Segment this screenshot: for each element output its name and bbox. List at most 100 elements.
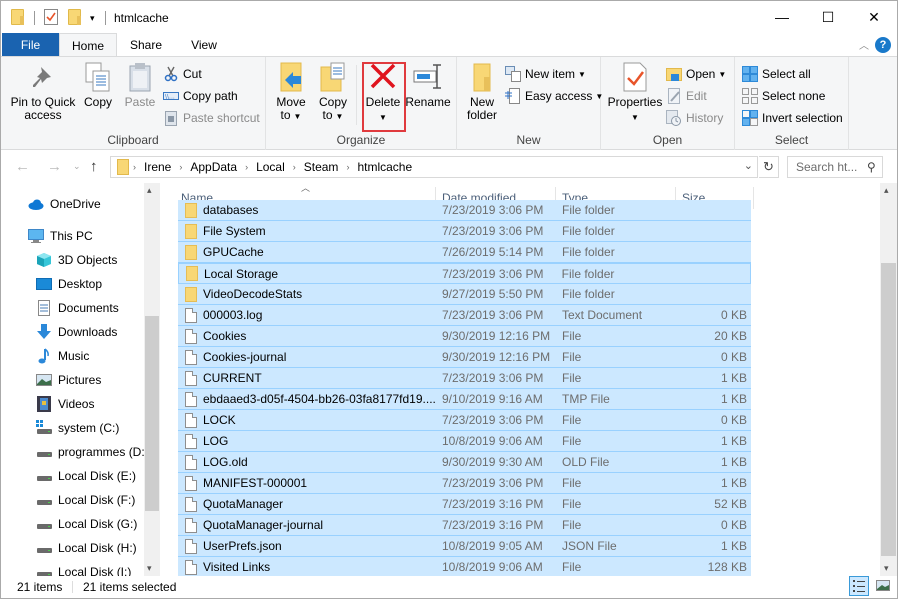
breadcrumb-chevron-icon[interactable]: › bbox=[346, 162, 349, 172]
select-none-button[interactable]: Select none bbox=[742, 86, 825, 106]
file-date-modified: 7/23/2019 3:06 PM bbox=[442, 224, 544, 238]
large-icons-view-button[interactable] bbox=[874, 576, 894, 596]
file-row[interactable]: LOG.old 9/30/2019 9:30 AM OLD File 1 KB bbox=[178, 452, 751, 473]
breadcrumb-chevron-icon[interactable]: › bbox=[245, 162, 248, 172]
properties-quick-icon[interactable] bbox=[44, 9, 59, 25]
invert-selection-button[interactable]: Invert selection bbox=[742, 108, 843, 128]
breadcrumb-local[interactable]: Local bbox=[256, 160, 285, 174]
nav-item-desktop[interactable]: Desktop bbox=[36, 273, 102, 295]
nav-item-downloads[interactable]: Downloads bbox=[36, 321, 117, 343]
file-row[interactable]: MANIFEST-000001 7/23/2019 3:06 PM File 1 KB bbox=[178, 473, 751, 494]
copy-to-button[interactable]: Copy to ▼ bbox=[316, 61, 350, 123]
file-row[interactable]: Cookies-journal 9/30/2019 12:16 PM File 0 K… bbox=[178, 347, 751, 368]
address-bar[interactable]: › Irene › AppData › Local › Steam › html… bbox=[110, 156, 758, 178]
properties-button[interactable]: Properties ▼ bbox=[607, 61, 663, 124]
file-row[interactable]: LOCK 7/23/2019 3:06 PM File 0 KB bbox=[178, 410, 751, 431]
refresh-button[interactable]: ↻ bbox=[759, 156, 779, 178]
rename-button[interactable]: Rename bbox=[405, 61, 451, 109]
nav-item-local-disk-e[interactable]: Local Disk (E:) bbox=[36, 465, 136, 487]
scroll-down-icon[interactable]: ▾ bbox=[147, 563, 152, 574]
details-view-button[interactable] bbox=[849, 576, 869, 596]
tab-view[interactable]: View bbox=[175, 33, 233, 57]
nav-item-system-c[interactable]: system (C:) bbox=[36, 417, 119, 439]
up-button[interactable]: ↑ bbox=[90, 158, 98, 175]
easy-access-button[interactable]: Easy access ▼ bbox=[505, 86, 603, 106]
search-icon[interactable]: ⚲ bbox=[867, 160, 876, 174]
nav-item-programmes-d[interactable]: programmes (D: bbox=[36, 441, 145, 463]
nav-item-local-disk-h[interactable]: Local Disk (H:) bbox=[36, 537, 137, 559]
breadcrumb-chevron-icon[interactable]: › bbox=[179, 162, 182, 172]
file-name-cell: File System bbox=[178, 223, 436, 239]
open-button[interactable]: Open ▼ bbox=[666, 64, 726, 84]
maximize-button[interactable]: ☐ bbox=[805, 1, 851, 33]
navigation-pane-scrollbar[interactable]: ▴ ▾ bbox=[144, 183, 160, 576]
ribbon-tabs: File Home Share View bbox=[1, 33, 897, 57]
file-row[interactable]: ebdaaed3-d05f-4504-bb26-03fa8177fd19....… bbox=[178, 389, 751, 410]
select-all-button[interactable]: Select all bbox=[742, 64, 811, 84]
close-button[interactable]: ✕ bbox=[851, 1, 897, 33]
scrollbar-thumb[interactable] bbox=[145, 316, 159, 511]
file-row[interactable]: QuotaManager 7/23/2019 3:16 PM File 52 KB bbox=[178, 494, 751, 515]
forward-button[interactable]: → bbox=[47, 158, 62, 175]
nav-item-videos[interactable]: Videos bbox=[36, 393, 94, 415]
nav-item-local-disk-i[interactable]: Local Disk (I:) bbox=[36, 561, 131, 576]
copy-button[interactable]: Copy bbox=[81, 61, 115, 109]
file-row[interactable]: LOG 10/8/2019 9:06 AM File 1 KB bbox=[178, 431, 751, 452]
file-row[interactable]: Cookies 9/30/2019 12:16 PM File 20 KB bbox=[178, 326, 751, 347]
tab-file[interactable]: File bbox=[2, 33, 59, 57]
copy-path-button[interactable]: \\... Copy path bbox=[163, 86, 238, 106]
tab-share[interactable]: Share bbox=[117, 33, 175, 57]
nav-item-3d-objects[interactable]: 3D Objects bbox=[36, 249, 117, 271]
file-row[interactable]: QuotaManager-journal 7/23/2019 3:16 PM Fil… bbox=[178, 515, 751, 536]
breadcrumb-irene[interactable]: Irene bbox=[144, 160, 171, 174]
file-row[interactable]: UserPrefs.json 10/8/2019 9:05 AM JSON File… bbox=[178, 536, 751, 557]
edit-button[interactable]: Edit bbox=[666, 86, 707, 106]
minimize-button[interactable]: — bbox=[759, 1, 805, 33]
breadcrumb-chevron-icon[interactable]: › bbox=[133, 162, 136, 172]
file-row[interactable]: GPUCache 7/26/2019 5:14 PM File folder bbox=[178, 242, 751, 263]
file-row[interactable]: databases 7/23/2019 3:06 PM File folder bbox=[178, 200, 751, 221]
scrollbar-thumb[interactable] bbox=[881, 263, 896, 556]
nav-item-local-disk-f[interactable]: Local Disk (F:) bbox=[36, 489, 135, 511]
collapse-ribbon-icon[interactable]: ︿ bbox=[859, 37, 869, 52]
help-icon[interactable]: ? bbox=[875, 37, 891, 53]
file-row[interactable]: VideoDecodeStats 9/27/2019 5:50 PM File fo… bbox=[178, 284, 751, 305]
folder-icon bbox=[185, 202, 197, 218]
back-button[interactable]: ← bbox=[15, 158, 30, 175]
file-row[interactable]: CURRENT 7/23/2019 3:06 PM File 1 KB bbox=[178, 368, 751, 389]
breadcrumb-appdata[interactable]: AppData bbox=[190, 160, 237, 174]
scroll-down-icon[interactable]: ▾ bbox=[884, 563, 889, 574]
new-folder-quick-icon[interactable] bbox=[68, 9, 81, 25]
scroll-up-icon[interactable]: ▴ bbox=[884, 185, 889, 196]
history-button[interactable]: History bbox=[666, 108, 723, 128]
paste-shortcut-button[interactable]: Paste shortcut bbox=[163, 108, 260, 128]
search-input[interactable]: Search ht... ⚲ bbox=[787, 156, 883, 178]
tab-home[interactable]: Home bbox=[59, 33, 117, 57]
pin-to-quick-access-button[interactable]: Pin to Quick access bbox=[9, 61, 77, 122]
address-history-dropdown-icon[interactable]: ⌄ bbox=[744, 159, 753, 172]
paste-button[interactable]: Paste bbox=[123, 61, 157, 109]
move-to-button[interactable]: Move to ▼ bbox=[274, 61, 308, 123]
nav-item-this-pc[interactable]: This PC bbox=[28, 225, 93, 247]
scroll-up-icon[interactable]: ▴ bbox=[147, 185, 152, 196]
file-row[interactable]: Local Storage 7/23/2019 3:06 PM File folde… bbox=[178, 263, 751, 284]
cut-button[interactable]: Cut bbox=[163, 64, 202, 84]
customize-quick-access-icon[interactable]: ▾ bbox=[90, 13, 95, 24]
new-folder-button[interactable]: New folder bbox=[463, 61, 501, 122]
nav-item-music[interactable]: Music bbox=[36, 345, 89, 367]
file-name-cell: LOG bbox=[178, 433, 436, 449]
breadcrumb-chevron-icon[interactable]: › bbox=[293, 162, 296, 172]
file-row[interactable]: File System 7/23/2019 3:06 PM File folder bbox=[178, 221, 751, 242]
breadcrumb-steam[interactable]: Steam bbox=[304, 160, 339, 174]
nav-item-onedrive[interactable]: OneDrive bbox=[28, 193, 101, 215]
recent-locations-dropdown[interactable]: ⌄ bbox=[73, 161, 81, 172]
file-row[interactable]: Visited Links 10/8/2019 9:06 AM File 128 KB bbox=[178, 557, 751, 576]
breadcrumb-htmlcache[interactable]: htmlcache bbox=[357, 160, 412, 174]
file-row[interactable]: 000003.log 7/23/2019 3:06 PM Text Document… bbox=[178, 305, 751, 326]
nav-item-pictures[interactable]: Pictures bbox=[36, 369, 101, 391]
file-date-modified: 9/30/2019 12:16 PM bbox=[442, 350, 551, 364]
nav-item-local-disk-g[interactable]: Local Disk (G:) bbox=[36, 513, 137, 535]
nav-item-documents[interactable]: Documents bbox=[36, 297, 119, 319]
new-item-button[interactable]: New item ▼ bbox=[505, 64, 586, 84]
file-list-scrollbar[interactable]: ▴ ▾ bbox=[880, 183, 897, 576]
